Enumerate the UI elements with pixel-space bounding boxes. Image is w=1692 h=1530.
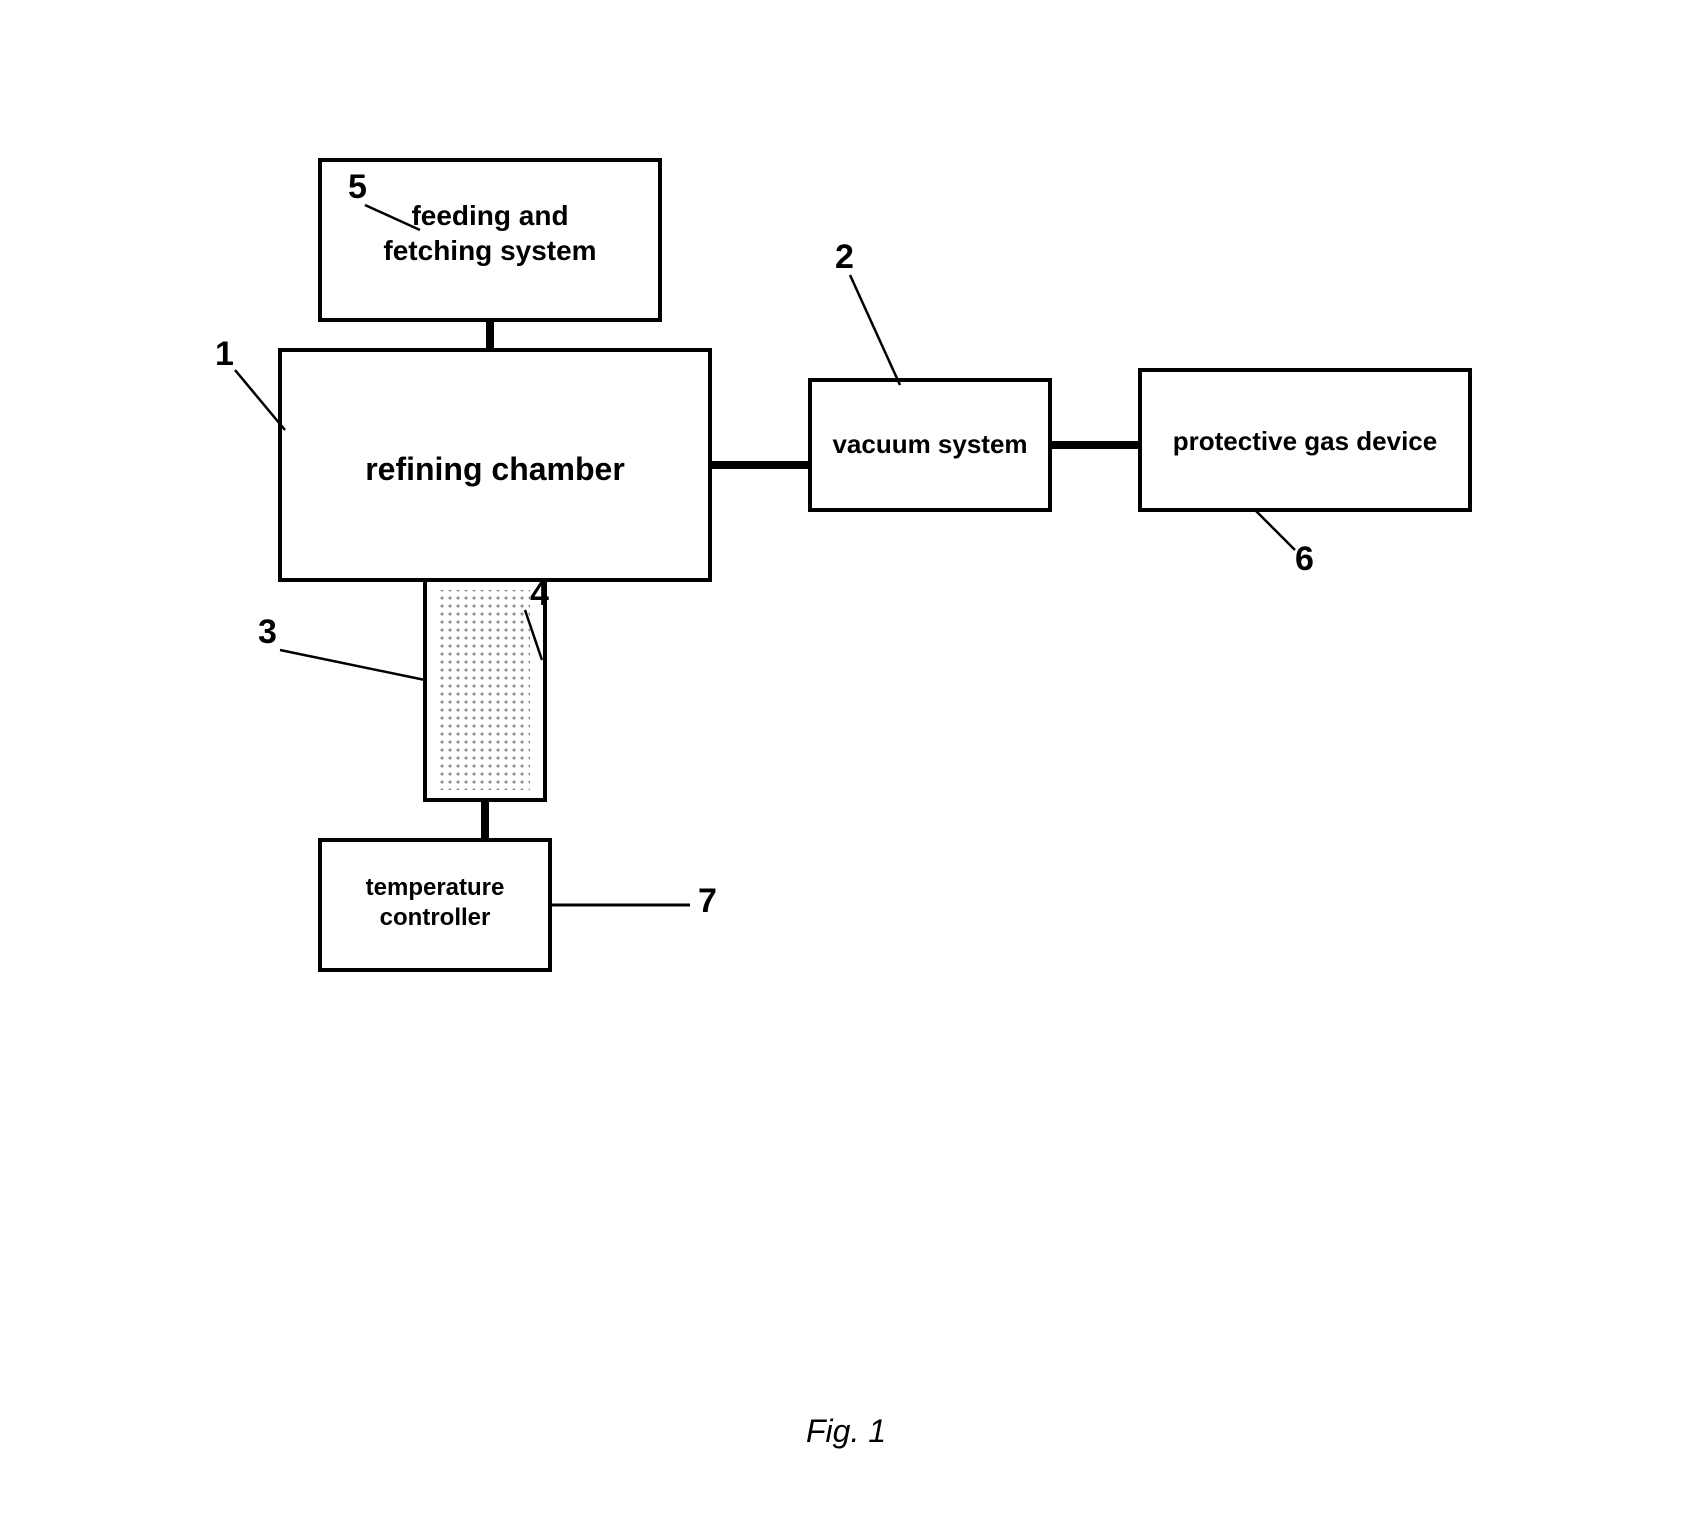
number-4: 4 bbox=[530, 575, 549, 613]
number-6: 6 bbox=[1295, 540, 1314, 578]
temp-controller-label: temperature bbox=[366, 874, 505, 901]
leader-2 bbox=[850, 275, 900, 385]
diagram-container: feeding and fetching system refining cha… bbox=[80, 60, 1640, 1410]
figure-label: Fig. 1 bbox=[806, 1413, 886, 1450]
diagram-svg: feeding and fetching system refining cha… bbox=[80, 60, 1640, 1410]
number-1: 1 bbox=[215, 335, 234, 373]
feeding-fetching-label: feeding and bbox=[411, 200, 568, 231]
refining-chamber-label: refining chamber bbox=[365, 451, 625, 487]
number-7: 7 bbox=[698, 882, 717, 920]
leader-3 bbox=[280, 650, 425, 680]
feeding-fetching-label2: fetching system bbox=[383, 235, 596, 266]
heating-element-inner bbox=[440, 590, 530, 790]
temp-controller-label2: controller bbox=[380, 904, 491, 931]
number-2: 2 bbox=[835, 238, 854, 276]
leader-6 bbox=[1255, 510, 1295, 550]
vacuum-system-label: vacuum system bbox=[832, 429, 1027, 459]
protective-gas-label: protective gas device bbox=[1173, 426, 1437, 456]
leader-1 bbox=[235, 370, 285, 430]
number-5: 5 bbox=[348, 168, 367, 206]
number-3: 3 bbox=[258, 613, 277, 651]
